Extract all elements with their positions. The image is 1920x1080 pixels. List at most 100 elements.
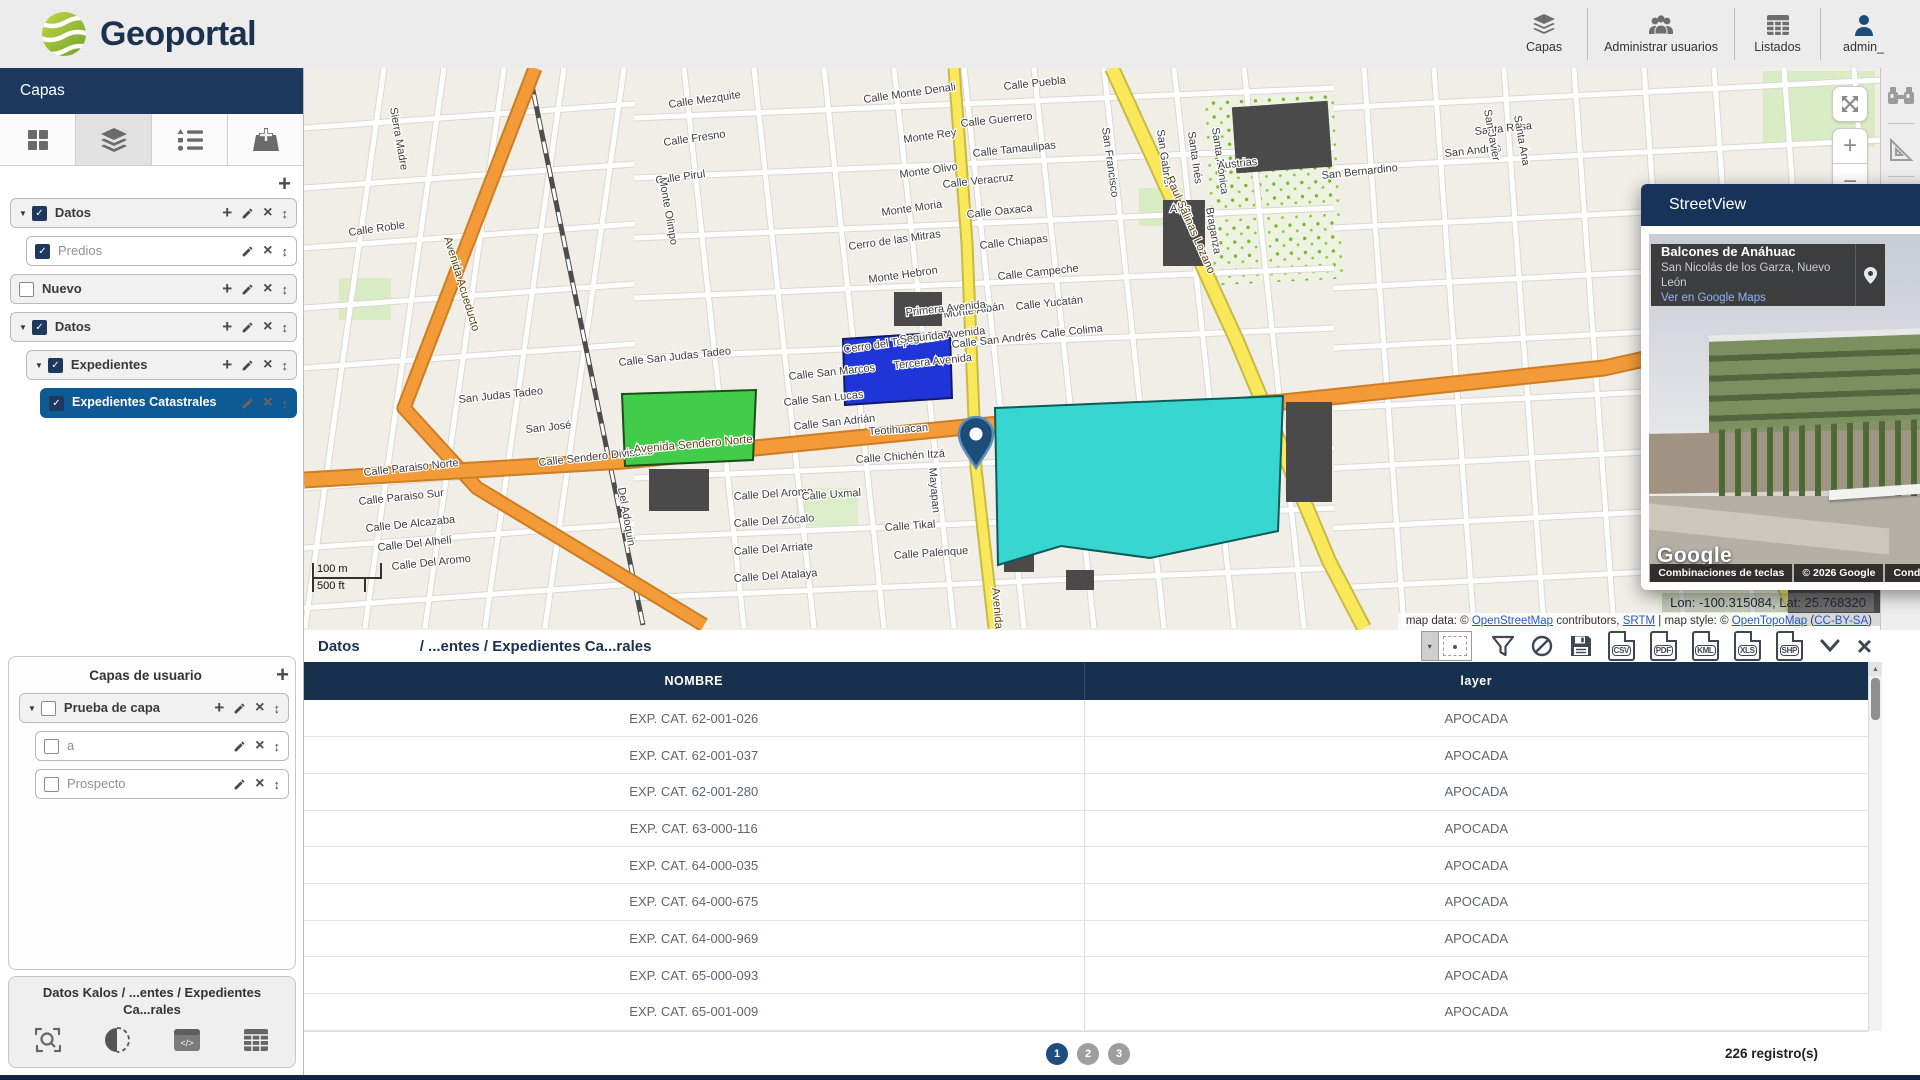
caret-down-icon[interactable]: ▼	[19, 323, 27, 332]
streetview-image[interactable]: Balcones de Anáhuac San Nicolás de los G…	[1649, 234, 1920, 582]
scrollbar-thumb[interactable]	[1871, 678, 1880, 720]
edit-pencil-icon[interactable]	[233, 740, 246, 753]
opentopomap-link[interactable]: OpenTopoMap	[1732, 615, 1807, 627]
filter-icon[interactable]	[1491, 634, 1515, 658]
selection-mode-control[interactable]: ▾	[1421, 631, 1472, 661]
caret-down-icon[interactable]: ▼	[28, 704, 36, 713]
add-sublayer-icon[interactable]: +	[214, 698, 224, 718]
table-row[interactable]: EXP. CAT. 64-000-675APOCADA	[304, 883, 1868, 920]
remove-layer-icon[interactable]: ×	[263, 356, 272, 374]
caret-down-icon[interactable]: ▼	[19, 209, 27, 218]
edit-pencil-icon[interactable]	[241, 359, 254, 372]
layer-checkbox[interactable]: ✓	[32, 206, 47, 221]
table-cell[interactable]: APOCADA	[1084, 700, 1868, 737]
remove-layer-icon[interactable]: ×	[263, 242, 272, 260]
edit-pencil-icon[interactable]	[241, 207, 254, 220]
column-layer[interactable]: layer	[1084, 662, 1868, 700]
remove-layer-icon[interactable]: ×	[255, 737, 264, 755]
table-row[interactable]: EXP. CAT. 63-000-116APOCADA	[304, 810, 1868, 847]
layer-checkbox[interactable]: ✓	[48, 358, 63, 373]
add-sublayer-icon[interactable]: +	[222, 355, 232, 375]
pin-icon[interactable]	[1855, 244, 1885, 306]
table-cell[interactable]: APOCADA	[1084, 994, 1868, 1031]
contrast-icon[interactable]	[102, 1026, 132, 1054]
tab-layers[interactable]	[76, 114, 152, 165]
table-tab-datos[interactable]: Datos	[304, 638, 374, 655]
table-row[interactable]: EXP. CAT. 62-001-280APOCADA	[304, 773, 1868, 810]
nav-listados[interactable]: Listados	[1734, 8, 1820, 60]
srtm-link[interactable]: SRTM	[1623, 615, 1655, 627]
reorder-icon[interactable]: ↕	[282, 396, 289, 411]
selection-box-icon[interactable]	[1439, 632, 1471, 660]
table-cell[interactable]: APOCADA	[1084, 920, 1868, 957]
streetview-footer-link[interactable]: © 2026 Google	[1794, 564, 1883, 582]
nav-administrar-usuarios[interactable]: Administrar usuarios	[1587, 8, 1734, 60]
layer-checkbox[interactable]	[41, 701, 56, 716]
add-user-layer-button[interactable]: +	[276, 665, 289, 685]
selection-dropdown-icon[interactable]: ▾	[1422, 632, 1439, 660]
export-pdf-icon[interactable]: PDF	[1650, 631, 1677, 661]
table-row[interactable]: EXP. CAT. 65-001-009APOCADA	[304, 994, 1868, 1031]
table-cell[interactable]: APOCADA	[1084, 810, 1868, 847]
add-sublayer-icon[interactable]: +	[222, 317, 232, 337]
tab-add-map[interactable]	[228, 114, 303, 165]
layer-item-expedientes[interactable]: ▼✓Expedientes+×↕	[26, 350, 297, 380]
table-cell[interactable]: EXP. CAT. 63-000-116	[304, 810, 1084, 847]
table-cell[interactable]: APOCADA	[1084, 883, 1868, 920]
edit-pencil-icon[interactable]	[233, 702, 246, 715]
page-button-2[interactable]: 2	[1077, 1043, 1099, 1065]
edit-pencil-icon[interactable]	[241, 245, 254, 258]
layer-checkbox[interactable]	[44, 739, 59, 754]
edit-pencil-icon[interactable]	[241, 321, 254, 334]
nav-capas[interactable]: Capas	[1501, 8, 1587, 60]
table-cell[interactable]: EXP. CAT. 64-000-035	[304, 847, 1084, 884]
table-row[interactable]: EXP. CAT. 65-000-093APOCADA	[304, 957, 1868, 994]
edit-pencil-icon[interactable]	[241, 397, 254, 410]
zoom-in-button[interactable]: +	[1832, 128, 1868, 164]
layer-item-nuevo[interactable]: Nuevo+×↕	[10, 274, 297, 304]
layer-checkbox[interactable]	[44, 777, 59, 792]
nav-admin-user[interactable]: admin_	[1820, 8, 1906, 60]
reorder-icon[interactable]: ↕	[274, 777, 281, 792]
remove-layer-icon[interactable]: ×	[255, 699, 264, 717]
edit-pencil-icon[interactable]	[241, 283, 254, 296]
remove-layer-icon[interactable]: ×	[263, 318, 272, 336]
layer-item-prueba-de-capa[interactable]: ▼Prueba de capa+×↕	[19, 693, 289, 723]
export-csv-icon[interactable]: CSV	[1608, 631, 1635, 661]
table-cell[interactable]: APOCADA	[1084, 773, 1868, 810]
code-icon[interactable]: </>	[172, 1026, 202, 1054]
streetview-footer-link[interactable]: Condiciones	[1885, 564, 1920, 582]
reorder-icon[interactable]: ↕	[282, 358, 289, 373]
reorder-icon[interactable]: ↕	[282, 244, 289, 259]
scrollbar-up-icon[interactable]: ▲	[1869, 662, 1882, 676]
table-row[interactable]: EXP. CAT. 64-000-969APOCADA	[304, 920, 1868, 957]
add-layer-group-button[interactable]: +	[278, 174, 291, 194]
google-maps-link[interactable]: Ver en Google Maps	[1661, 291, 1847, 306]
export-kml-icon[interactable]: KML	[1692, 631, 1719, 661]
tab-list[interactable]	[152, 114, 228, 165]
table-cell[interactable]: EXP. CAT. 65-000-093	[304, 957, 1084, 994]
layer-checkbox[interactable]: ✓	[49, 396, 64, 411]
attribute-table-icon[interactable]	[241, 1026, 271, 1054]
measure-triangle-icon[interactable]	[1886, 135, 1916, 165]
export-shp-icon[interactable]: SHP	[1776, 631, 1803, 661]
caret-down-icon[interactable]: ▼	[35, 361, 43, 370]
layer-item-datos[interactable]: ▼✓Datos+×↕	[10, 198, 297, 228]
layer-item-a[interactable]: a×↕	[35, 731, 289, 761]
table-cell[interactable]: EXP. CAT. 62-001-280	[304, 773, 1084, 810]
layer-item-datos[interactable]: ▼✓Datos+×↕	[10, 312, 297, 342]
zoom-to-layer-icon[interactable]	[33, 1026, 63, 1054]
reorder-icon[interactable]: ↕	[282, 320, 289, 335]
table-cell[interactable]: APOCADA	[1084, 847, 1868, 884]
page-button-3[interactable]: 3	[1108, 1043, 1130, 1065]
map-canvas[interactable]: Calle MezquiteCalle FresnoCalle PirulCal…	[304, 68, 1920, 630]
table-cell[interactable]: EXP. CAT. 62-001-037	[304, 737, 1084, 774]
reorder-icon[interactable]: ↕	[282, 206, 289, 221]
layer-checkbox[interactable]: ✓	[35, 244, 50, 259]
search-binoculars-icon[interactable]	[1886, 82, 1916, 112]
osm-link[interactable]: OpenStreetMap	[1472, 615, 1553, 627]
reorder-icon[interactable]: ↕	[282, 282, 289, 297]
layer-item-prospecto[interactable]: Prospecto×↕	[35, 769, 289, 799]
edit-pencil-icon[interactable]	[233, 778, 246, 791]
remove-layer-icon[interactable]: ×	[263, 394, 272, 412]
